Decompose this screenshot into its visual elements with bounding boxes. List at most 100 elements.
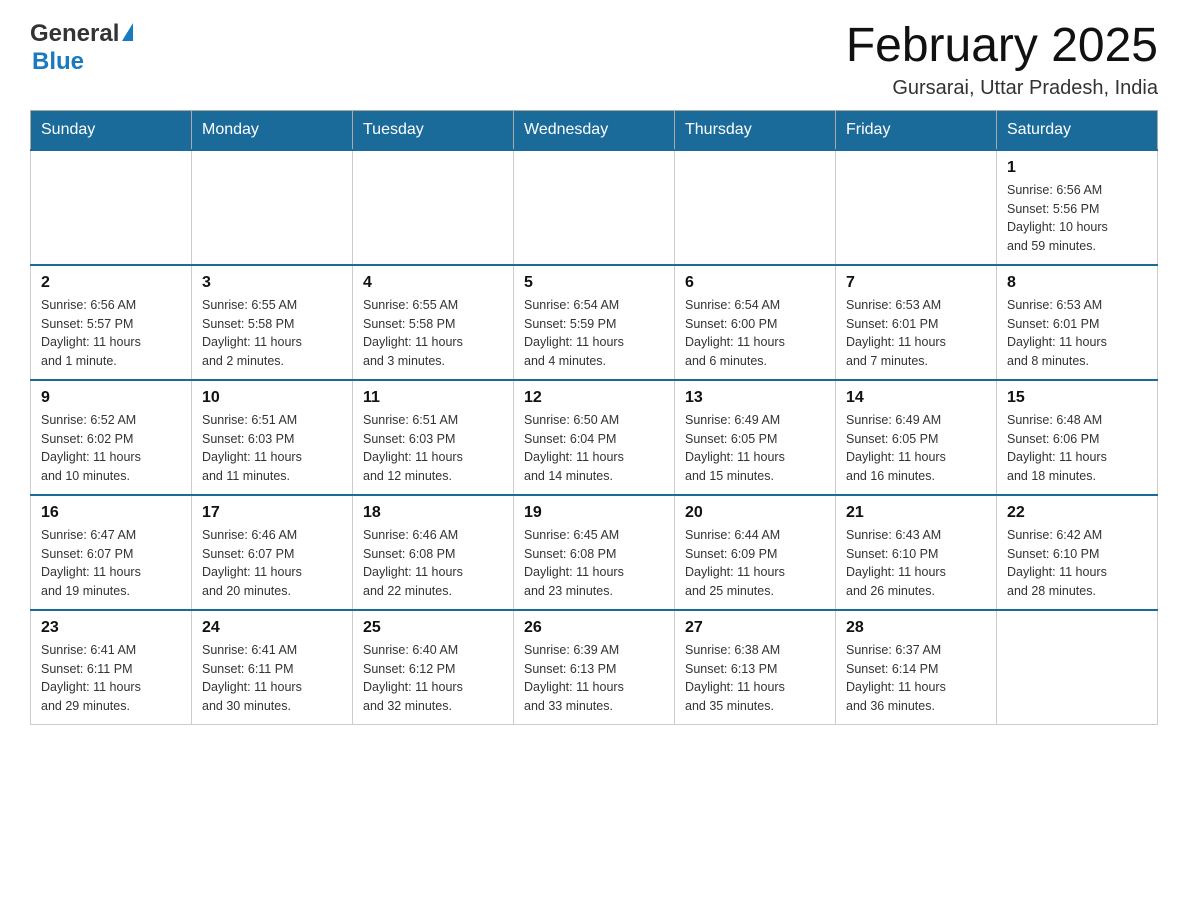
day-info: Sunrise: 6:51 AM Sunset: 6:03 PM Dayligh…	[202, 411, 342, 486]
day-number: 16	[41, 504, 181, 522]
calendar-week-row: 16 Sunrise: 6:47 AM Sunset: 6:07 PM Dayli…	[31, 495, 1158, 610]
day-info: Sunrise: 6:45 AM Sunset: 6:08 PM Dayligh…	[524, 526, 664, 601]
calendar-cell: 14Sunrise: 6:49 AM Sunset: 6:05 PM Dayli…	[836, 380, 997, 495]
calendar-cell	[353, 150, 514, 265]
calendar-cell: 17 Sunrise: 6:46 AM Sunset: 6:07 PM Dayli…	[192, 495, 353, 610]
day-number: 19	[524, 504, 664, 522]
day-info: Sunrise: 6:53 AM Sunset: 6:01 PM Dayligh…	[846, 296, 986, 371]
day-number: 4	[363, 274, 503, 292]
calendar-cell	[675, 150, 836, 265]
calendar-cell: 4Sunrise: 6:55 AM Sunset: 5:58 PM Daylig…	[353, 265, 514, 380]
day-number: 15	[1007, 389, 1147, 407]
calendar-cell: 13Sunrise: 6:49 AM Sunset: 6:05 PM Dayli…	[675, 380, 836, 495]
calendar-cell: 18 Sunrise: 6:46 AM Sunset: 6:08 PM Dayli…	[353, 495, 514, 610]
calendar-body: 1 Sunrise: 6:56 AM Sunset: 5:56 PM Daylig…	[31, 150, 1158, 725]
calendar-cell: 28 Sunrise: 6:37 AM Sunset: 6:14 PM Dayli…	[836, 610, 997, 725]
day-info: Sunrise: 6:52 AM Sunset: 6:02 PM Dayligh…	[41, 411, 181, 486]
logo: General Blue	[30, 20, 133, 76]
day-info: Sunrise: 6:44 AM Sunset: 6:09 PM Dayligh…	[685, 526, 825, 601]
calendar-cell: 25 Sunrise: 6:40 AM Sunset: 6:12 PM Dayli…	[353, 610, 514, 725]
logo-line2: Blue	[32, 48, 133, 76]
calendar-cell: 19 Sunrise: 6:45 AM Sunset: 6:08 PM Dayli…	[514, 495, 675, 610]
calendar-cell: 2Sunrise: 6:56 AM Sunset: 5:57 PM Daylig…	[31, 265, 192, 380]
calendar-week-row: 2Sunrise: 6:56 AM Sunset: 5:57 PM Daylig…	[31, 265, 1158, 380]
day-info: Sunrise: 6:37 AM Sunset: 6:14 PM Dayligh…	[846, 641, 986, 716]
day-info: Sunrise: 6:41 AM Sunset: 6:11 PM Dayligh…	[202, 641, 342, 716]
day-info: Sunrise: 6:46 AM Sunset: 6:07 PM Dayligh…	[202, 526, 342, 601]
day-number: 11	[363, 389, 503, 407]
calendar-cell: 20 Sunrise: 6:44 AM Sunset: 6:09 PM Dayli…	[675, 495, 836, 610]
calendar-cell: 22 Sunrise: 6:42 AM Sunset: 6:10 PM Dayli…	[997, 495, 1158, 610]
weekday-header-wednesday: Wednesday	[514, 110, 675, 150]
day-number: 12	[524, 389, 664, 407]
day-info: Sunrise: 6:53 AM Sunset: 6:01 PM Dayligh…	[1007, 296, 1147, 371]
calendar-cell: 11Sunrise: 6:51 AM Sunset: 6:03 PM Dayli…	[353, 380, 514, 495]
logo-general-text: General	[30, 20, 119, 48]
day-info: Sunrise: 6:54 AM Sunset: 5:59 PM Dayligh…	[524, 296, 664, 371]
day-info: Sunrise: 6:38 AM Sunset: 6:13 PM Dayligh…	[685, 641, 825, 716]
weekday-header-row: SundayMondayTuesdayWednesdayThursdayFrid…	[31, 110, 1158, 150]
day-number: 22	[1007, 504, 1147, 522]
day-number: 14	[846, 389, 986, 407]
calendar-table: SundayMondayTuesdayWednesdayThursdayFrid…	[30, 110, 1158, 725]
logo-triangle-icon	[122, 23, 133, 41]
calendar-cell: 23Sunrise: 6:41 AM Sunset: 6:11 PM Dayli…	[31, 610, 192, 725]
day-info: Sunrise: 6:56 AM Sunset: 5:56 PM Dayligh…	[1007, 181, 1147, 256]
calendar-cell: 10 Sunrise: 6:51 AM Sunset: 6:03 PM Dayli…	[192, 380, 353, 495]
day-info: Sunrise: 6:49 AM Sunset: 6:05 PM Dayligh…	[685, 411, 825, 486]
calendar-cell: 8Sunrise: 6:53 AM Sunset: 6:01 PM Daylig…	[997, 265, 1158, 380]
title-section: February 2025 Gursarai, Uttar Pradesh, I…	[846, 20, 1158, 100]
calendar-cell: 9Sunrise: 6:52 AM Sunset: 6:02 PM Daylig…	[31, 380, 192, 495]
month-year-title: February 2025	[846, 20, 1158, 73]
calendar-cell: 26 Sunrise: 6:39 AM Sunset: 6:13 PM Dayli…	[514, 610, 675, 725]
day-info: Sunrise: 6:54 AM Sunset: 6:00 PM Dayligh…	[685, 296, 825, 371]
day-info: Sunrise: 6:40 AM Sunset: 6:12 PM Dayligh…	[363, 641, 503, 716]
calendar-cell: 27 Sunrise: 6:38 AM Sunset: 6:13 PM Dayli…	[675, 610, 836, 725]
weekday-header-friday: Friday	[836, 110, 997, 150]
weekday-header-tuesday: Tuesday	[353, 110, 514, 150]
day-number: 18	[363, 504, 503, 522]
calendar-cell	[997, 610, 1158, 725]
weekday-header-saturday: Saturday	[997, 110, 1158, 150]
page-header: General Blue February 2025 Gursarai, Utt…	[30, 20, 1158, 100]
day-number: 10	[202, 389, 342, 407]
day-info: Sunrise: 6:47 AM Sunset: 6:07 PM Dayligh…	[41, 526, 181, 601]
day-number: 25	[363, 619, 503, 637]
calendar-cell: 16 Sunrise: 6:47 AM Sunset: 6:07 PM Dayli…	[31, 495, 192, 610]
day-number: 17	[202, 504, 342, 522]
calendar-week-row: 23Sunrise: 6:41 AM Sunset: 6:11 PM Dayli…	[31, 610, 1158, 725]
weekday-header-sunday: Sunday	[31, 110, 192, 150]
day-number: 24	[202, 619, 342, 637]
day-number: 27	[685, 619, 825, 637]
calendar-week-row: 9Sunrise: 6:52 AM Sunset: 6:02 PM Daylig…	[31, 380, 1158, 495]
day-number: 1	[1007, 159, 1147, 177]
calendar-cell: 7Sunrise: 6:53 AM Sunset: 6:01 PM Daylig…	[836, 265, 997, 380]
day-number: 6	[685, 274, 825, 292]
day-number: 3	[202, 274, 342, 292]
day-info: Sunrise: 6:46 AM Sunset: 6:08 PM Dayligh…	[363, 526, 503, 601]
calendar-cell	[31, 150, 192, 265]
calendar-cell	[836, 150, 997, 265]
calendar-cell: 21Sunrise: 6:43 AM Sunset: 6:10 PM Dayli…	[836, 495, 997, 610]
day-info: Sunrise: 6:39 AM Sunset: 6:13 PM Dayligh…	[524, 641, 664, 716]
calendar-cell: 3 Sunrise: 6:55 AM Sunset: 5:58 PM Daylig…	[192, 265, 353, 380]
calendar-cell: 24 Sunrise: 6:41 AM Sunset: 6:11 PM Dayli…	[192, 610, 353, 725]
location-subtitle: Gursarai, Uttar Pradesh, India	[846, 77, 1158, 100]
calendar-cell	[514, 150, 675, 265]
calendar-cell	[192, 150, 353, 265]
day-number: 5	[524, 274, 664, 292]
day-info: Sunrise: 6:55 AM Sunset: 5:58 PM Dayligh…	[202, 296, 342, 371]
calendar-header: SundayMondayTuesdayWednesdayThursdayFrid…	[31, 110, 1158, 150]
day-number: 20	[685, 504, 825, 522]
day-info: Sunrise: 6:48 AM Sunset: 6:06 PM Dayligh…	[1007, 411, 1147, 486]
day-number: 21	[846, 504, 986, 522]
day-info: Sunrise: 6:42 AM Sunset: 6:10 PM Dayligh…	[1007, 526, 1147, 601]
day-number: 2	[41, 274, 181, 292]
calendar-cell: 5 Sunrise: 6:54 AM Sunset: 5:59 PM Daylig…	[514, 265, 675, 380]
day-number: 28	[846, 619, 986, 637]
calendar-cell: 15 Sunrise: 6:48 AM Sunset: 6:06 PM Dayli…	[997, 380, 1158, 495]
calendar-cell: 12Sunrise: 6:50 AM Sunset: 6:04 PM Dayli…	[514, 380, 675, 495]
calendar-cell: 6 Sunrise: 6:54 AM Sunset: 6:00 PM Daylig…	[675, 265, 836, 380]
weekday-header-monday: Monday	[192, 110, 353, 150]
day-number: 26	[524, 619, 664, 637]
